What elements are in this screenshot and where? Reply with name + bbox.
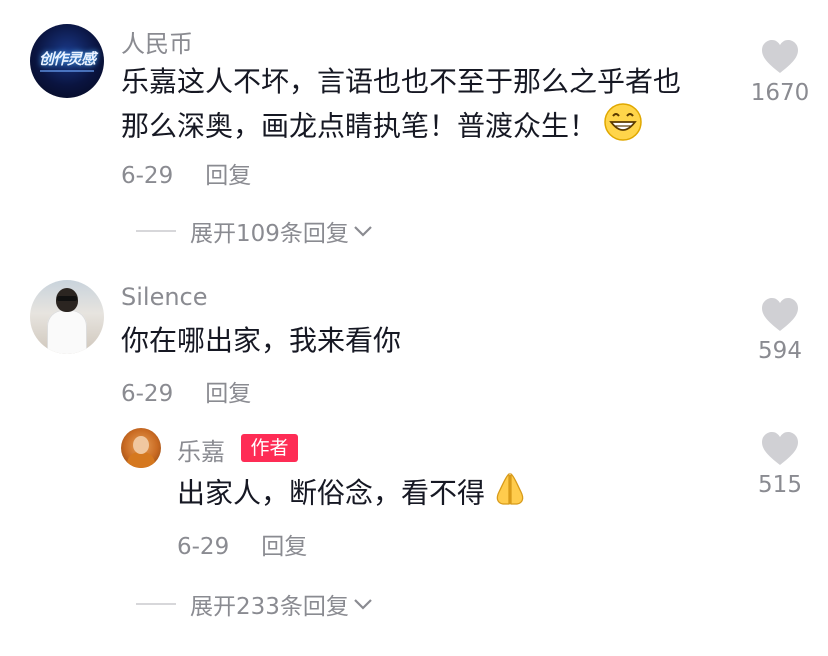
reply-button[interactable]: 回复 <box>205 163 251 189</box>
heart-icon <box>762 40 798 73</box>
comment-text-line2: 那么深奥，画龙点睛执笔！普渡众生！ <box>121 109 598 143</box>
author-badge: 作者 <box>241 434 298 462</box>
divider-line <box>136 603 176 605</box>
comment-username[interactable]: 人民币 <box>121 24 193 59</box>
folded-hands-emoji <box>491 470 529 519</box>
reply-date: 6-29 <box>177 534 230 560</box>
comment-meta: 6-29 回复 <box>121 156 251 190</box>
like-button[interactable]: 515 <box>735 432 825 498</box>
avatar-figure-glasses <box>57 296 77 301</box>
heart-icon <box>762 298 798 331</box>
like-count: 594 <box>758 338 802 364</box>
avatar-renminbi[interactable]: 创作灵感 <box>30 24 104 98</box>
expand-replies-label: 展开109条回复 <box>190 221 349 247</box>
avatar-logo-text: 创作灵感 <box>38 50 96 68</box>
like-button[interactable]: 594 <box>735 298 825 364</box>
like-button[interactable]: 1670 <box>735 40 825 106</box>
like-count: 515 <box>758 472 802 498</box>
avatar-figure-face <box>133 436 149 454</box>
comment-text-line: 那么深奥，画龙点睛执笔！普渡众生！ <box>121 102 643 153</box>
avatar-figure-body <box>47 310 87 354</box>
comment-date: 6-29 <box>121 381 174 407</box>
avatar-figure-robe <box>127 452 155 468</box>
reply-meta: 6-29 回复 <box>177 527 307 561</box>
expand-replies-button[interactable]: 展开233条回复 <box>136 587 373 621</box>
comment-username[interactable]: Silence <box>121 283 208 311</box>
reply-button[interactable]: 回复 <box>261 534 307 560</box>
reply-text: 出家人，断俗念，看不得 <box>177 476 486 510</box>
avatar-logo-underline <box>40 70 94 72</box>
avatar-lejia[interactable] <box>121 428 161 468</box>
chevron-down-icon <box>353 591 373 617</box>
heart-icon <box>762 432 798 465</box>
chevron-down-icon <box>353 218 373 244</box>
reply-button[interactable]: 回复 <box>205 381 251 407</box>
reply-username[interactable]: 乐嘉 <box>177 432 225 467</box>
avatar-silence[interactable] <box>30 280 104 354</box>
divider-line <box>136 230 176 232</box>
comment-date: 6-29 <box>121 163 174 189</box>
comment-meta: 6-29 回复 <box>121 374 251 408</box>
reply-text-line: 出家人，断俗念，看不得 <box>177 470 529 519</box>
comment-text-line: 乐嘉这人不坏，言语也也不至于那么之乎者也 <box>121 65 682 98</box>
comment-text-line: 你在哪出家，我来看你 <box>121 324 402 357</box>
expand-replies-label: 展开233条回复 <box>190 594 349 620</box>
grinning-face-emoji <box>603 102 643 153</box>
expand-replies-button[interactable]: 展开109条回复 <box>136 214 373 248</box>
like-count: 1670 <box>750 80 810 106</box>
